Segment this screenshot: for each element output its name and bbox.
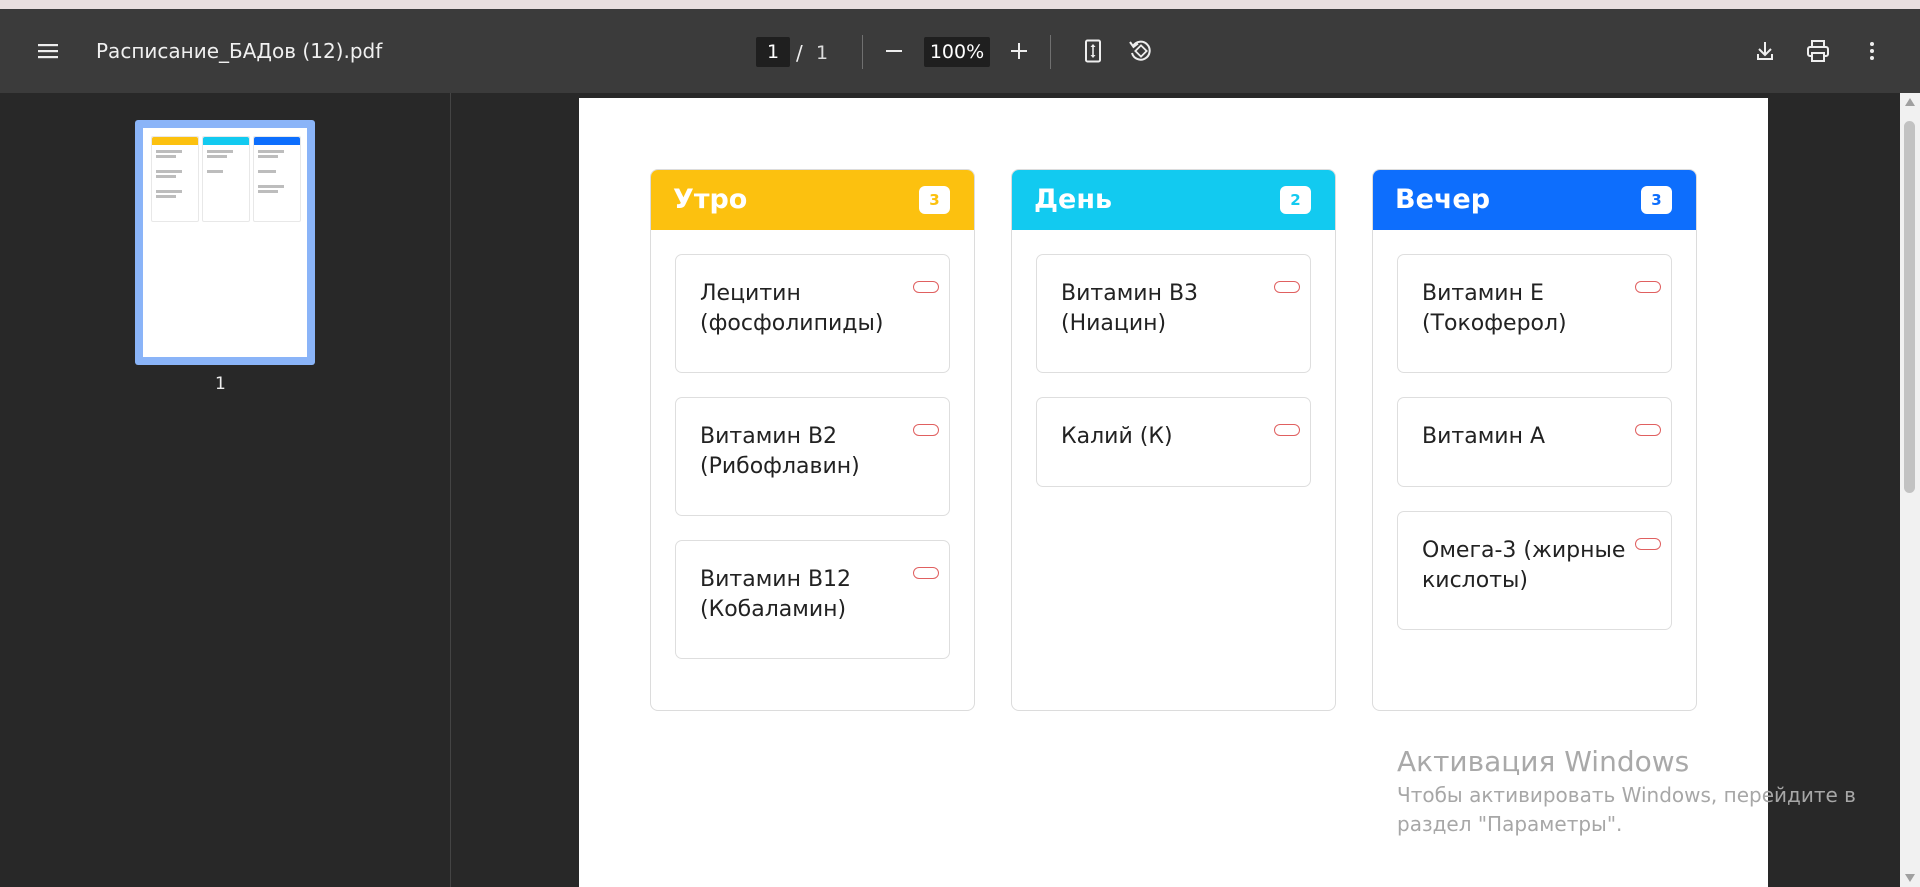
supplement-card[interactable]: Витамин B3 (Ниацин) [1036, 254, 1311, 373]
column-title: Вечер [1395, 184, 1491, 215]
supplement-name: Витамин B2 (Рибофлавин) [700, 424, 860, 479]
column-header: День 2 [1012, 170, 1335, 230]
print-icon [1806, 40, 1830, 62]
status-pill[interactable] [1274, 281, 1300, 293]
window-top-strip [0, 0, 1920, 9]
column-count-badge: 2 [1280, 186, 1311, 214]
toolbar-divider [1050, 35, 1051, 69]
vertical-scrollbar[interactable] [1900, 93, 1920, 887]
schedule-column-day: День 2 Витамин B3 (Ниацин) Калий (К) [1011, 169, 1336, 711]
supplement-card[interactable]: Витамин B12 (Кобаламин) [675, 540, 950, 659]
thumbnail-page-number: 1 [215, 374, 226, 394]
mini-column [151, 136, 199, 222]
zoom-input[interactable]: 100% [924, 37, 990, 67]
watermark-line: раздел "Параметры". [1397, 812, 1623, 836]
supplement-card[interactable]: Витамин А [1397, 397, 1672, 487]
page-number-input[interactable]: 1 [756, 37, 790, 67]
minus-icon [885, 42, 903, 60]
supplement-name: Витамин B12 (Кобаламин) [700, 567, 852, 622]
page-separator: / [796, 41, 803, 65]
fit-page-icon [1083, 39, 1103, 63]
watermark-line: Чтобы активировать Windows, перейдите в [1397, 783, 1856, 807]
scroll-up-arrow-icon[interactable] [1905, 98, 1915, 106]
rotate-icon [1128, 38, 1154, 64]
menu-icon [37, 42, 59, 60]
thumbnail-page-preview [143, 128, 307, 357]
mini-column [202, 136, 250, 222]
status-pill[interactable] [1635, 424, 1661, 436]
document-title: Расписание_БАДов (12).pdf [96, 39, 383, 63]
thumbnail-sidebar: 1 [0, 93, 451, 887]
column-header: Вечер 3 [1373, 170, 1696, 230]
rotate-button[interactable] [1121, 31, 1161, 71]
supplement-name: Омега-3 (жирные кислоты) [1422, 538, 1626, 593]
zoom-in-button[interactable] [999, 31, 1039, 71]
more-options-button[interactable] [1852, 31, 1892, 71]
plus-icon [1010, 42, 1028, 60]
supplement-name: Витамин А [1422, 424, 1546, 449]
scroll-down-arrow-icon[interactable] [1905, 874, 1915, 882]
supplement-name: Витамин B3 (Ниацин) [1061, 281, 1199, 336]
column-header: Утро 3 [651, 170, 974, 230]
supplement-card[interactable]: Витамин B2 (Рибофлавин) [675, 397, 950, 516]
column-title: Утро [673, 184, 748, 215]
column-count-badge: 3 [1641, 186, 1672, 214]
supplement-card[interactable]: Витамин E (Токоферол) [1397, 254, 1672, 373]
status-pill[interactable] [1635, 281, 1661, 293]
download-icon [1754, 40, 1776, 62]
supplement-name: Витамин E (Токоферол) [1422, 281, 1567, 336]
supplement-card[interactable]: Калий (К) [1036, 397, 1311, 487]
download-button[interactable] [1745, 31, 1785, 71]
page-total: 1 [816, 42, 829, 64]
supplement-card[interactable]: Омега-3 (жирные кислоты) [1397, 511, 1672, 630]
status-pill[interactable] [913, 567, 939, 579]
status-pill[interactable] [1274, 424, 1300, 436]
print-button[interactable] [1798, 31, 1838, 71]
supplement-card[interactable]: Лецитин (фосфолипиды) [675, 254, 950, 373]
mini-column [253, 136, 301, 222]
toolbar-divider [862, 35, 863, 69]
schedule-column-morning: Утро 3 Лецитин (фосфолипиды) Витамин B2 … [650, 169, 975, 711]
schedule-column-evening: Вечер 3 Витамин E (Токоферол) Витамин А … [1372, 169, 1697, 711]
scrollbar-thumb[interactable] [1904, 121, 1915, 493]
pdf-toolbar: Расписание_БАДов (12).pdf 1 / 1 100% [0, 9, 1920, 93]
zoom-out-button[interactable] [874, 31, 914, 71]
more-vert-icon [1869, 41, 1875, 61]
windows-activation-watermark: Активация Windows Чтобы активировать Win… [1397, 745, 1867, 839]
supplement-name: Калий (К) [1061, 424, 1173, 449]
column-title: День [1034, 184, 1113, 215]
watermark-title: Активация Windows [1397, 745, 1690, 778]
status-pill[interactable] [1635, 538, 1661, 550]
column-count-badge: 3 [919, 186, 950, 214]
fit-page-button[interactable] [1073, 31, 1113, 71]
status-pill[interactable] [913, 424, 939, 436]
menu-button[interactable] [28, 31, 68, 71]
status-pill[interactable] [913, 281, 939, 293]
supplement-name: Лецитин (фосфолипиды) [700, 281, 884, 336]
page-thumbnail[interactable] [135, 120, 315, 365]
